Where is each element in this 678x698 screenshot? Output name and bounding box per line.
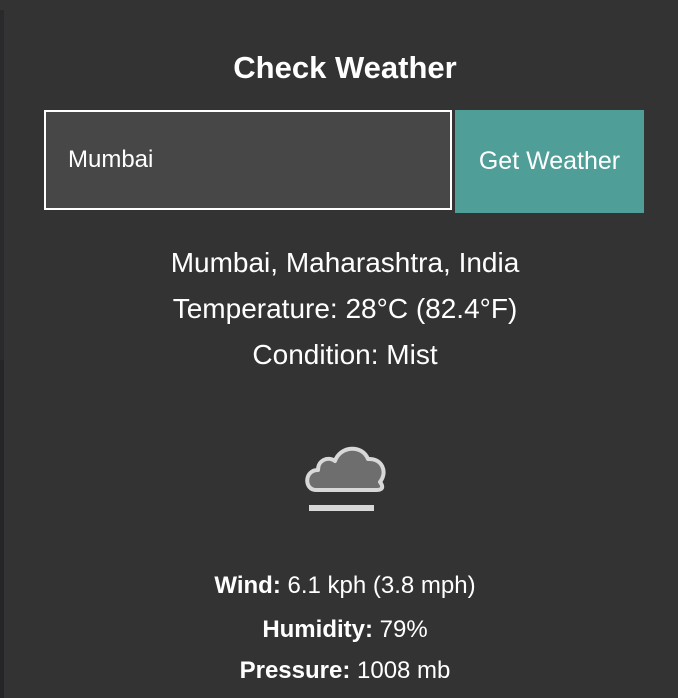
pressure-label: Pressure: bbox=[239, 657, 351, 684]
location-text: Mumbai, Maharashtra, India bbox=[170, 247, 520, 278]
humidity-stat: Humidity: 79% bbox=[0, 616, 678, 644]
pressure-stat: Pressure: 1008 mb bbox=[0, 657, 678, 685]
city-search-input[interactable] bbox=[44, 110, 452, 210]
humidity-label: Humidity: bbox=[262, 616, 373, 643]
get-weather-button[interactable]: Get Weather bbox=[455, 110, 644, 213]
wind-stat: Wind: 6.1 kph (3.8 mph) bbox=[0, 572, 678, 600]
condition-text: Condition: Mist bbox=[252, 339, 438, 370]
temperature-text: Temperature: 28°C (82.4°F) bbox=[172, 293, 518, 324]
pressure-value: 1008 mb bbox=[350, 657, 451, 684]
wind-label: Wind: bbox=[214, 572, 281, 599]
mist-cloud-icon bbox=[305, 446, 386, 511]
wind-value: 6.1 kph (3.8 mph) bbox=[280, 572, 476, 599]
page-title: Check Weather bbox=[233, 50, 457, 85]
humidity-value: 79% bbox=[372, 616, 428, 643]
